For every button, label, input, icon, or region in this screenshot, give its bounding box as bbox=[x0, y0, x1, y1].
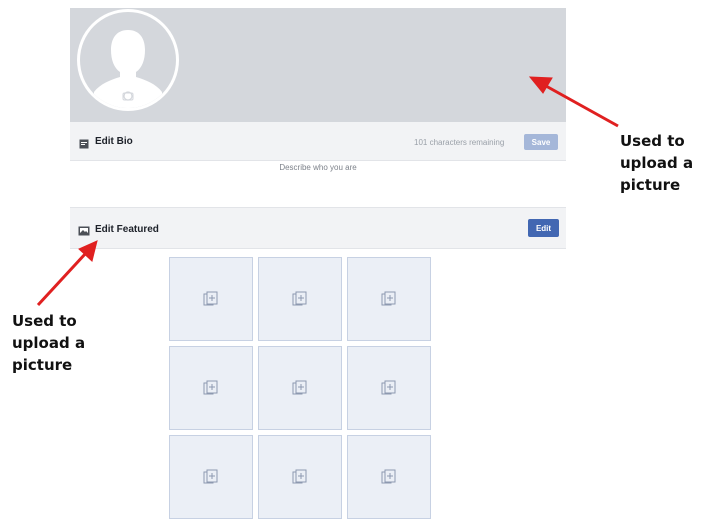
left-arrow bbox=[36, 240, 98, 307]
right-arrow bbox=[528, 76, 619, 128]
annotation-arrows bbox=[36, 76, 619, 307]
